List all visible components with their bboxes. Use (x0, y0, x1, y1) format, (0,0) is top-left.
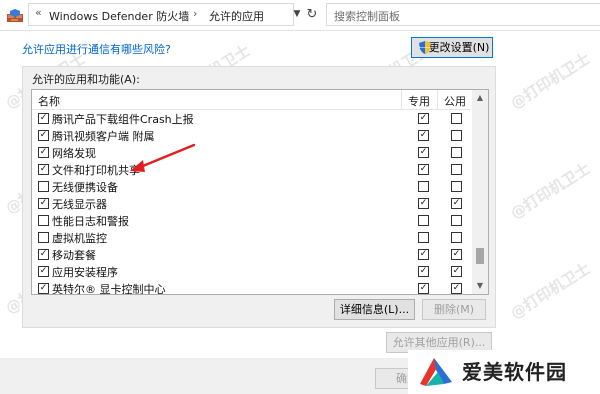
app-row[interactable]: ✓ 文件和打印机共享 ✓ (32, 161, 471, 178)
group-label: 允许的应用和功能(A): (32, 73, 140, 86)
app-enabled-checkbox[interactable]: ✓ (38, 283, 49, 294)
app-name: 移动套餐 (52, 249, 96, 262)
private-checkbox[interactable]: ✓ (418, 130, 429, 141)
app-enabled-checkbox[interactable]: ✓ (38, 164, 49, 175)
app-row[interactable]: ✓ 移动套餐 ✓ ✓ (32, 246, 471, 263)
watermark: @打印机卫士 (507, 49, 594, 113)
app-enabled-checkbox[interactable]: ✓ (38, 147, 49, 158)
app-enabled-checkbox[interactable]: ✓ (38, 113, 49, 124)
search-placeholder: 搜索控制面板 (334, 10, 400, 23)
private-checkbox[interactable]: ✓ (418, 147, 429, 158)
app-enabled-checkbox[interactable] (38, 215, 49, 226)
public-checkbox[interactable] (451, 181, 462, 192)
brand-name: 爱美软件园 (462, 360, 567, 384)
private-checkbox[interactable]: ✓ (418, 198, 429, 209)
uac-shield-icon (419, 41, 431, 54)
watermark: @打印机卫士 (507, 259, 594, 323)
app-enabled-checkbox[interactable]: ✓ (38, 249, 49, 260)
private-checkbox[interactable]: ✓ (418, 283, 429, 294)
public-checkbox[interactable] (451, 113, 462, 124)
app-name: 性能日志和警报 (52, 215, 129, 228)
apps-list[interactable]: 名称 专用 公用 ✓ 腾讯产品下载组件Crash上报 ✓ ✓ 腾讯视频客户端 附属 ✓ ✓ 网… (31, 89, 489, 295)
change-settings-label: 更改设置(N) (428, 41, 490, 54)
column-name[interactable]: 名称 (38, 93, 60, 109)
app-row[interactable]: ✓ 腾讯视频客户端 附属 ✓ (32, 127, 471, 144)
app-row[interactable]: 虚拟机监控 (32, 229, 471, 246)
public-checkbox[interactable]: ✓ (451, 266, 462, 277)
public-checkbox[interactable] (451, 164, 462, 175)
firewall-icon (7, 9, 23, 22)
breadcrumb-back-icon[interactable]: « (35, 6, 42, 19)
column-divider (437, 90, 438, 109)
app-row[interactable]: ✓ 无线显示器 ✓ ✓ (32, 195, 471, 212)
app-name: 无线显示器 (52, 198, 107, 211)
private-checkbox[interactable]: ✓ (418, 164, 429, 175)
risk-info-link[interactable]: 允许应用进行通信有哪些风险? (22, 41, 171, 57)
app-enabled-checkbox[interactable]: ✓ (38, 130, 49, 141)
private-checkbox[interactable]: ✓ (418, 249, 429, 260)
annotation-arrow-icon (130, 143, 196, 172)
app-name: 英特尔® 显卡控制中心 (52, 283, 166, 295)
brand-logo-icon (420, 358, 452, 386)
app-enabled-checkbox[interactable] (38, 181, 49, 192)
change-settings-button[interactable]: 更改设置(N) (411, 37, 493, 58)
public-checkbox[interactable]: ✓ (451, 283, 462, 294)
app-row[interactable]: ✓ 应用安装程序 ✓ ✓ (32, 263, 471, 280)
breadcrumb-firewall[interactable]: Windows Defender 防火墙 (49, 8, 189, 24)
delete-button[interactable]: 删除(M) (422, 299, 486, 320)
search-input[interactable]: 搜索控制面板 (326, 3, 600, 26)
address-bar: « Windows Defender 防火墙 › 允许的应用 ▼ ↻ 搜索控制面… (0, 0, 600, 31)
private-checkbox[interactable] (418, 181, 429, 192)
vertical-scrollbar[interactable]: ▲ ▼ (472, 90, 488, 294)
refresh-icon[interactable]: ↻ (303, 4, 321, 25)
private-checkbox[interactable]: ✓ (418, 266, 429, 277)
column-private[interactable]: 专用 (408, 93, 430, 109)
public-checkbox[interactable] (451, 215, 462, 226)
app-enabled-checkbox[interactable]: ✓ (38, 198, 49, 209)
private-checkbox[interactable]: ✓ (418, 113, 429, 124)
scroll-up-icon[interactable]: ▲ (472, 90, 488, 106)
watermark: @打印机卫士 (507, 159, 594, 223)
details-button[interactable]: 详细信息(L)... (334, 299, 415, 320)
column-public[interactable]: 公用 (444, 93, 466, 109)
app-name: 文件和打印机共享 (52, 164, 140, 177)
app-row[interactable]: ✓ 腾讯产品下载组件Crash上报 ✓ (32, 110, 471, 127)
app-enabled-checkbox[interactable]: ✓ (38, 266, 49, 277)
public-checkbox[interactable] (451, 232, 462, 243)
brand-badge: 爱美软件园 (408, 350, 600, 394)
public-checkbox[interactable]: ✓ (451, 249, 462, 260)
app-name: 虚拟机监控 (52, 232, 107, 245)
address-box[interactable]: « Windows Defender 防火墙 › 允许的应用 (28, 3, 294, 26)
app-enabled-checkbox[interactable] (38, 232, 49, 243)
app-row[interactable]: ✓ 英特尔® 显卡控制中心 ✓ ✓ (32, 280, 471, 295)
public-checkbox[interactable] (451, 130, 462, 141)
public-checkbox[interactable] (451, 147, 462, 158)
app-row[interactable]: ✓ 网络发现 ✓ (32, 144, 471, 161)
private-checkbox[interactable] (418, 215, 429, 226)
allowed-apps-group: 允许的应用和功能(A): 名称 专用 公用 ✓ 腾讯产品下载组件Crash上报 ✓ ✓… (22, 66, 496, 328)
app-row[interactable]: 无线便携设备 (32, 178, 471, 195)
column-divider (401, 90, 402, 109)
app-row[interactable]: 性能日志和警报 (32, 212, 471, 229)
scroll-thumb[interactable] (476, 248, 484, 264)
app-name: 腾讯产品下载组件Crash上报 (52, 113, 194, 126)
app-name: 网络发现 (52, 147, 96, 160)
list-header: 名称 专用 公用 (32, 90, 471, 110)
private-checkbox[interactable] (418, 232, 429, 243)
public-checkbox[interactable]: ✓ (451, 198, 462, 209)
scroll-down-icon[interactable]: ▼ (472, 278, 488, 294)
app-name: 应用安装程序 (52, 266, 118, 279)
app-name: 无线便携设备 (52, 181, 118, 194)
breadcrumb-separator-icon: › (193, 7, 198, 20)
breadcrumb-allowed-apps[interactable]: 允许的应用 (209, 8, 264, 24)
